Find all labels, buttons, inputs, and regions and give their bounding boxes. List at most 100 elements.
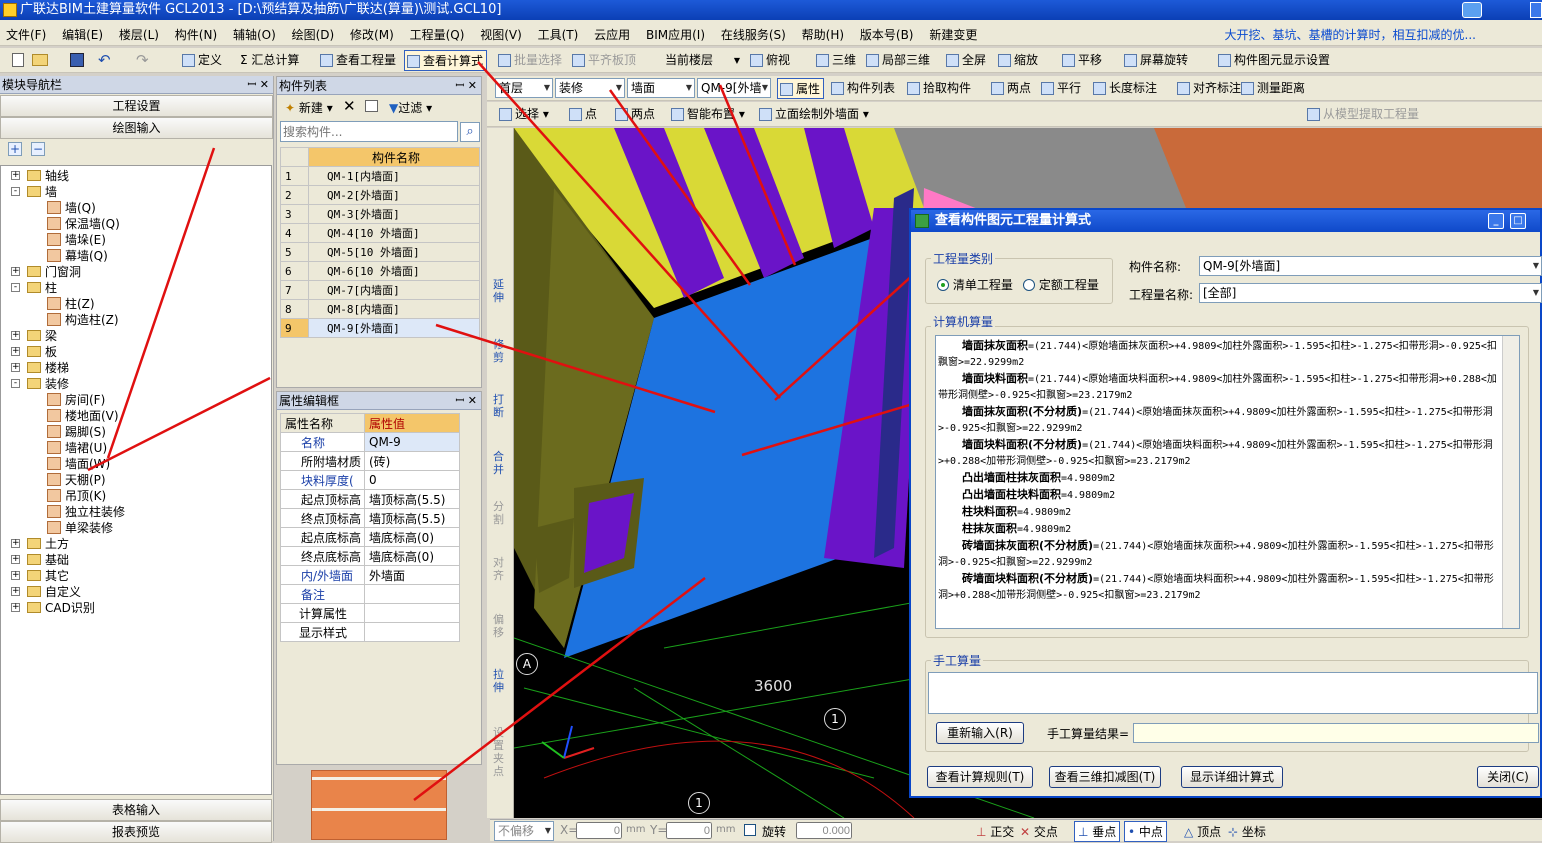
view-formula-button[interactable]: 查看计算式	[404, 50, 488, 71]
collapse-icon[interactable]: -	[11, 283, 20, 292]
tree-folder[interactable]: + 其它	[11, 568, 69, 584]
show-detail-formula-button[interactable]: 显示详细计算式	[1181, 766, 1283, 788]
report-preview-button[interactable]: 报表预览	[0, 821, 272, 843]
undo-icon[interactable]: ↶	[98, 51, 111, 69]
copy-icon[interactable]	[365, 100, 378, 112]
property-row[interactable]: 名称 QM-9	[280, 432, 460, 452]
view-top-button[interactable]: 俯视	[748, 50, 793, 71]
elevation-draw-button[interactable]: 立面绘制外墙面 ▾	[757, 104, 872, 125]
tree-item[interactable]: 墙裙(U)	[47, 440, 107, 456]
collapse-icon[interactable]: -	[11, 379, 20, 388]
tree-item[interactable]: 天棚(P)	[47, 472, 106, 488]
component-name-cell[interactable]: QM-7[内墙面]	[308, 280, 480, 300]
offset-select[interactable]: 不偏移	[494, 821, 554, 841]
component-row[interactable]: 7 QM-7[内墙面]	[280, 280, 480, 300]
two-points-button[interactable]: 两点	[989, 78, 1034, 99]
zoom-button[interactable]: 缩放	[996, 50, 1041, 71]
property-value[interactable]: 墙底标高(0)	[364, 527, 460, 547]
menu-floor[interactable]: 楼层(L)	[113, 24, 165, 46]
tree-item[interactable]: 构造柱(Z)	[47, 312, 119, 328]
vertex-button[interactable]: △ 顶点	[1184, 823, 1221, 840]
filter-button[interactable]: ▼过滤 ▾	[389, 99, 432, 116]
menu-view[interactable]: 视图(V)	[474, 24, 528, 46]
close-icon[interactable]: ꟷ ✕	[247, 76, 269, 94]
align-tool[interactable]: 对齐	[493, 556, 507, 582]
extract-quantity-button[interactable]: 从模型提取工程量	[1305, 104, 1422, 125]
y-coordinate-input[interactable]	[666, 822, 712, 839]
property-row[interactable]: 起点底标高 墙底标高(0)	[280, 527, 460, 547]
close-button[interactable]: 关闭(C)	[1477, 766, 1539, 788]
component-row[interactable]: 8 QM-8[内墙面]	[280, 299, 480, 319]
component-row[interactable]: 9 QM-9[外墙面]	[280, 318, 480, 338]
drawing-input-button[interactable]: 绘图输入	[0, 117, 273, 139]
draw-two-points-button[interactable]: 两点	[613, 104, 658, 125]
property-value[interactable]: 墙底标高(0)	[364, 546, 460, 566]
new-component-button[interactable]: ✦ 新建 ▾	[285, 99, 333, 116]
tree-item[interactable]: 柱(Z)	[47, 296, 95, 312]
property-value[interactable]: QM-9	[364, 432, 460, 452]
property-row[interactable]: 内/外墙面 外墙面	[280, 565, 460, 585]
category-select[interactable]: 装修	[555, 78, 625, 98]
tree-folder[interactable]: + 门窗洞	[11, 264, 81, 280]
expand-icon[interactable]: +	[11, 267, 20, 276]
manual-result-field[interactable]	[1133, 723, 1539, 743]
merge-tool[interactable]: 合并	[493, 450, 507, 476]
3d-button[interactable]: 三维	[814, 50, 859, 71]
component-row[interactable]: 6 QM-6[10 外墙面]	[280, 261, 480, 281]
menu-cloud[interactable]: 云应用	[588, 24, 636, 46]
component-list-button[interactable]: 构件列表	[829, 78, 898, 99]
manual-calc-input[interactable]	[928, 672, 1538, 714]
property-value[interactable]	[364, 622, 460, 642]
expand-icon[interactable]: +	[11, 347, 20, 356]
tree-folder[interactable]: + 基础	[11, 552, 69, 568]
menu-quantity[interactable]: 工程量(Q)	[404, 24, 471, 46]
tree-folder[interactable]: + CAD识别	[11, 600, 95, 616]
component-row[interactable]: 2 QM-2[外墙面]	[280, 185, 480, 205]
property-row[interactable]: 起点顶标高 墙顶标高(5.5)	[280, 489, 460, 509]
offset-tool[interactable]: 偏移	[493, 613, 507, 639]
property-row[interactable]: 终点底标高 墙底标高(0)	[280, 546, 460, 566]
tree-item[interactable]: 墙面(W)	[47, 456, 110, 472]
tree-item[interactable]: 保温墙(Q)	[47, 216, 120, 232]
close-icon[interactable]: ꟷ ✕	[455, 77, 477, 95]
coordinate-button[interactable]: ⊹ 坐标	[1228, 823, 1266, 840]
ortho-button[interactable]: ⊥ 正交	[976, 823, 1014, 840]
component-name-cell[interactable]: QM-5[10 外墙面]	[308, 242, 480, 262]
menu-draw[interactable]: 绘图(D)	[286, 24, 341, 46]
menu-bim[interactable]: BIM应用(I)	[640, 24, 711, 46]
dialog-maximize-button[interactable]: □	[1510, 213, 1526, 229]
level-board-button[interactable]: 平齐板顶	[570, 50, 639, 71]
tree-item[interactable]: 楼地面(V)	[47, 408, 119, 424]
set-anchor-tool[interactable]: 设置夹点	[493, 726, 507, 778]
tree-folder[interactable]: -墙	[11, 184, 57, 200]
dialog-minimize-button[interactable]: _	[1488, 213, 1504, 229]
expand-icon[interactable]: +	[11, 587, 20, 596]
tree-folder[interactable]: + 轴线	[11, 168, 69, 184]
property-row[interactable]: 块料厚度(0	[280, 470, 460, 490]
component-row[interactable]: 5 QM-5[10 外墙面]	[280, 242, 480, 262]
screen-rotate-button[interactable]: 屏幕旋转	[1122, 50, 1191, 71]
tree-item[interactable]: 单梁装修	[47, 520, 113, 536]
menu-help[interactable]: 帮助(H)	[796, 24, 850, 46]
pan-button[interactable]: 平移	[1060, 50, 1105, 71]
tree-item[interactable]: 独立柱装修	[47, 504, 125, 520]
component-name-cell[interactable]: QM-6[10 外墙面]	[308, 261, 480, 281]
tree-folder[interactable]: + 梁	[11, 328, 57, 344]
floor-select[interactable]: 首层	[495, 78, 553, 98]
component-row[interactable]: 1 QM-1[内墙面]	[280, 166, 480, 186]
fullscreen-button[interactable]: 全屏	[944, 50, 989, 71]
expand-icon[interactable]: +	[11, 171, 20, 180]
measure-distance-button[interactable]: 测量距离	[1239, 78, 1308, 99]
minimize-button[interactable]	[1530, 2, 1542, 18]
select-button[interactable]: 选择 ▾	[497, 104, 552, 125]
partial-3d-button[interactable]: 局部三维	[864, 50, 933, 71]
reinput-button[interactable]: 重新输入(R)	[936, 722, 1024, 744]
menu-tools[interactable]: 工具(T)	[532, 24, 585, 46]
length-mark-button[interactable]: 长度标注	[1091, 78, 1160, 99]
component-name-cell[interactable]: QM-2[外墙面]	[308, 185, 480, 205]
point-button[interactable]: 点	[567, 104, 600, 125]
property-value[interactable]: 0	[364, 470, 460, 490]
tree-item[interactable]: 墙垛(E)	[47, 232, 106, 248]
perpendicular-button[interactable]: ⊥ 垂点	[1074, 821, 1121, 842]
pick-component-button[interactable]: 拾取构件	[905, 78, 974, 99]
